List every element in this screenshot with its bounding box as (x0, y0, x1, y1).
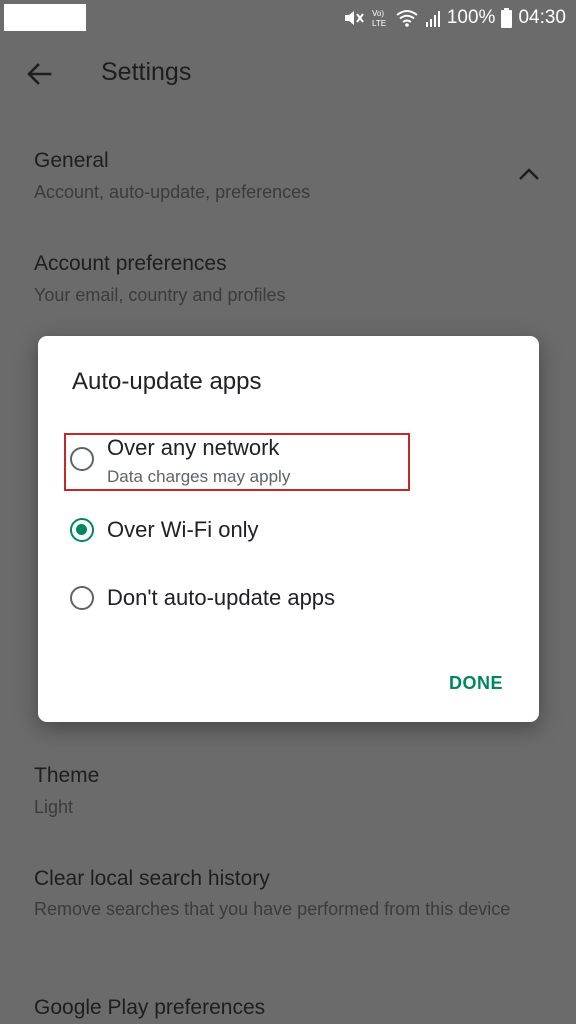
svg-text:LTE: LTE (372, 19, 386, 28)
volte-icon: Vo) LTE (372, 9, 386, 28)
option-sublabel: Data charges may apply (107, 467, 291, 486)
settings-item-title: Account preferences (34, 252, 227, 275)
settings-item-title: Clear local search history (34, 867, 270, 890)
option-label: Over any network (107, 435, 280, 460)
radio-button-unchecked[interactable] (70, 586, 94, 610)
settings-item-subtitle: Light (34, 797, 74, 817)
option-over-any-network[interactable]: Over any network Data charges may apply (70, 435, 291, 487)
mute-icon (344, 11, 364, 25)
dialog-title: Auto-update apps (72, 368, 262, 395)
done-button[interactable]: DONE (449, 673, 503, 694)
option-label: Don't auto-update apps (107, 585, 336, 610)
settings-item-title: Google Play preferences (34, 996, 266, 1019)
app-bar: Settings (0, 40, 576, 108)
option-over-wifi-only[interactable]: Over Wi-Fi only (70, 517, 259, 543)
settings-item-title: General (34, 149, 109, 172)
svg-text:Vo): Vo) (372, 9, 384, 18)
settings-item-title: Theme (34, 764, 100, 787)
battery-icon (501, 8, 513, 28)
settings-item-subtitle: Remove searches that you have performed … (34, 899, 511, 919)
settings-item-subtitle: Your email, country and profiles (34, 285, 286, 305)
page-title: Settings (101, 58, 192, 86)
status-bar: Vo) LTE 100% 04:30 (0, 0, 576, 36)
wifi-icon (396, 10, 418, 27)
chevron-up-icon[interactable] (516, 164, 542, 184)
arrow-back-icon[interactable] (22, 56, 58, 92)
radio-button-unchecked[interactable] (70, 447, 94, 471)
option-dont-auto-update[interactable]: Don't auto-update apps (70, 585, 335, 611)
radio-button-checked[interactable] (70, 518, 94, 542)
settings-item-subtitle: Account, auto-update, preferences (34, 182, 311, 202)
signal-icon (425, 11, 440, 27)
status-bar-notification-placeholder (4, 4, 86, 31)
battery-percentage: 100% (446, 7, 496, 28)
status-time: 04:30 (518, 7, 566, 28)
auto-update-dialog: Auto-update apps Over any network Data c… (38, 336, 539, 722)
option-label: Over Wi-Fi only (107, 517, 259, 542)
status-bar-right: Vo) LTE 100% 04:30 (343, 6, 566, 30)
